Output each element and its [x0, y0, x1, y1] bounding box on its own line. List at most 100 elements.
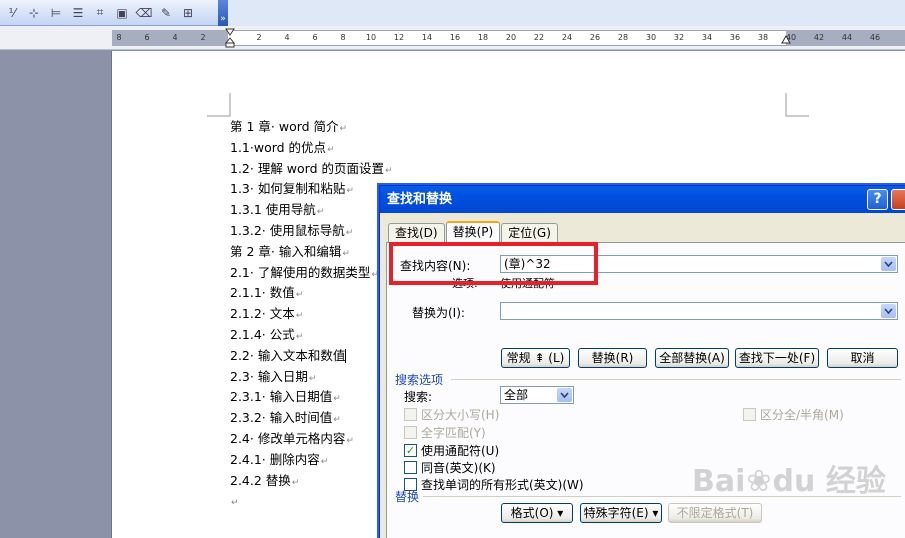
ruler-tick: 10 [365, 33, 377, 42]
toolbar-options-icon[interactable]: ⊞ [180, 5, 196, 21]
ruler-tick: 28 [617, 33, 629, 42]
pen-icon[interactable]: ✎ [158, 5, 174, 21]
paw-icon: ❀ [746, 464, 772, 499]
ruler-tick: 36 [729, 33, 741, 42]
paragraph-mark-icon: ↵ [345, 227, 354, 238]
ruler-tick: 14 [421, 33, 433, 42]
ruler-tick: 8 [340, 33, 346, 42]
paragraph-mark-icon: ↵ [295, 290, 304, 301]
ruler-tick: 12 [393, 33, 405, 42]
toolbar-area [228, 0, 905, 26]
right-indent-marker-icon[interactable] [781, 35, 791, 45]
text-cursor [345, 349, 347, 364]
document-line: 1.2· 理解 word 的页面设置↵ [230, 160, 393, 176]
document-line: 2.1.4· 公式↵ [230, 326, 304, 342]
format-button[interactable]: 格式(O) ▾ [501, 503, 573, 523]
document-text[interactable]: 第 1 章· word 简介↵ 1.1·word 的优点↵ 1.2· 理解 wo… [230, 117, 393, 512]
dialog-title-bar[interactable]: 查找和替换 ? [380, 186, 905, 213]
special-button[interactable]: 特殊字符(E) ▾ [580, 503, 662, 523]
section-divider [451, 379, 901, 380]
document-line: 2.1.1· 数值↵ [230, 285, 304, 301]
sounds-like-checkbox[interactable]: 同音(英文)(K) [404, 459, 496, 476]
ruler-tick: 16 [449, 33, 461, 42]
chevron-down-icon[interactable] [881, 304, 896, 318]
document-line: 1.3.2· 使用鼠标导航↵ [230, 222, 354, 238]
eraser-icon[interactable]: ⌫ [136, 5, 153, 21]
cancel-button[interactable]: 取消 [827, 348, 898, 368]
document-line: 2.4.1· 删除内容↵ [230, 451, 329, 467]
document-line: 1.1·word 的优点↵ [230, 139, 335, 155]
replace-all-button[interactable]: 全部替换(A) [655, 348, 729, 368]
paragraph-mark-icon: ↵ [371, 269, 379, 280]
no-formatting-button[interactable]: 不限定格式(T) [668, 503, 762, 523]
margin-corner-top-left [207, 93, 231, 117]
ruler-tick: 26 [589, 33, 601, 42]
search-direction-select[interactable]: 全部 [500, 386, 574, 404]
insert-table-icon[interactable]: ⊹ [26, 5, 42, 21]
find-next-button[interactable]: 查找下一处(F) [735, 348, 819, 368]
table-properties-icon[interactable]: ▣ [114, 5, 130, 21]
paragraph-mark-icon: ↵ [327, 144, 335, 155]
checkbox-box [404, 461, 417, 474]
document-line: 2.3.2· 输入时间值↵ [230, 410, 341, 426]
paragraph-mark-icon: ↵ [295, 311, 304, 322]
help-button[interactable]: ? [867, 189, 888, 210]
document-line: 1.3· 如何复制和粘贴↵ [230, 181, 354, 197]
ruler-tick: 6 [312, 33, 318, 42]
whole-word-checkbox[interactable]: 全字匹配(Y) [404, 424, 486, 441]
word-forms-checkbox[interactable]: 查找单词的所有形式(英文)(W) [404, 476, 584, 493]
replace-label: 替换为(I): [412, 306, 465, 320]
paragraph-mark-icon: ↵ [333, 415, 341, 426]
indent-marker-icon[interactable] [225, 28, 235, 48]
align-icon[interactable]: ☰ [70, 5, 86, 21]
document-line: 2.1· 了解使用的数据类型↵ [230, 264, 379, 280]
ruler-tick: 24 [561, 33, 573, 42]
search-options-heading: 搜索选项 [395, 373, 444, 387]
ruler-tick: 2 [256, 33, 262, 42]
ruler-tick: 18 [477, 33, 489, 42]
horizontal-ruler[interactable]: 8 6 4 2 2 4 6 8 10 12 14 16 18 20 22 24 … [0, 26, 905, 50]
numbering-icon[interactable]: ⅟ [4, 5, 20, 21]
document-line: 1.3.1 使用导航↵ [230, 202, 325, 218]
less-button[interactable]: 常规 ⇞ (L) [501, 348, 570, 368]
paragraph-mark-icon: ↵ [291, 477, 300, 488]
paragraph-mark-icon: ↵ [385, 165, 393, 176]
ruler-tick: 32 [673, 33, 685, 42]
tab-goto[interactable]: 定位(G) [501, 223, 558, 243]
close-button[interactable] [891, 189, 905, 210]
distribute-icon[interactable]: ⌗ [92, 5, 108, 21]
dialog-title: 查找和替换 [387, 192, 453, 207]
ruler-tick: 2 [200, 33, 206, 42]
document-line: ↵ [230, 491, 393, 512]
paragraph-mark-icon: ↵ [308, 373, 317, 384]
checkbox-box [404, 426, 417, 439]
paragraph-mark-icon: ↵ [231, 498, 239, 509]
use-wildcards-checkbox[interactable]: ✓ 使用通配符(U) [404, 442, 499, 459]
paragraph-mark-icon: ↵ [320, 456, 329, 467]
ruler-tick: 42 [813, 33, 825, 42]
merge-cells-icon[interactable]: ⊨ [48, 5, 64, 21]
checkbox-box [743, 408, 756, 421]
ruler-tick: 30 [645, 33, 657, 42]
toolbar-overflow-button[interactable]: » [218, 0, 228, 26]
chevron-down-icon[interactable] [881, 257, 896, 271]
checkbox-box [404, 408, 417, 421]
ruler-tick: 4 [284, 33, 290, 42]
ruler-tick: 22 [533, 33, 545, 42]
tab-replace[interactable]: 替换(P) [445, 221, 501, 243]
replace-button[interactable]: 替换(R) [578, 348, 647, 368]
dialog-tabs: 查找(D) 替换(P) 定位(G) [388, 221, 559, 243]
tab-find[interactable]: 查找(D) [388, 223, 445, 243]
document-line: 2.3· 输入日期↵ [230, 368, 317, 384]
paragraph-mark-icon: ↵ [316, 207, 325, 218]
replace-input[interactable] [500, 302, 898, 320]
paragraph-mark-icon: ↵ [333, 394, 341, 405]
ruler-tick: 46 [869, 33, 881, 42]
document-line: 2.4· 修改单元格内容↵ [230, 430, 354, 446]
search-direction-label: 搜索: [404, 390, 433, 404]
ruler-tick: 20 [505, 33, 517, 42]
full-half-width-checkbox[interactable]: 区分全/半角(M) [743, 406, 844, 423]
document-line: 第 1 章· word 简介↵ [230, 119, 348, 134]
chevron-down-icon[interactable] [557, 388, 572, 402]
match-case-checkbox[interactable]: 区分大小写(H) [404, 406, 499, 423]
